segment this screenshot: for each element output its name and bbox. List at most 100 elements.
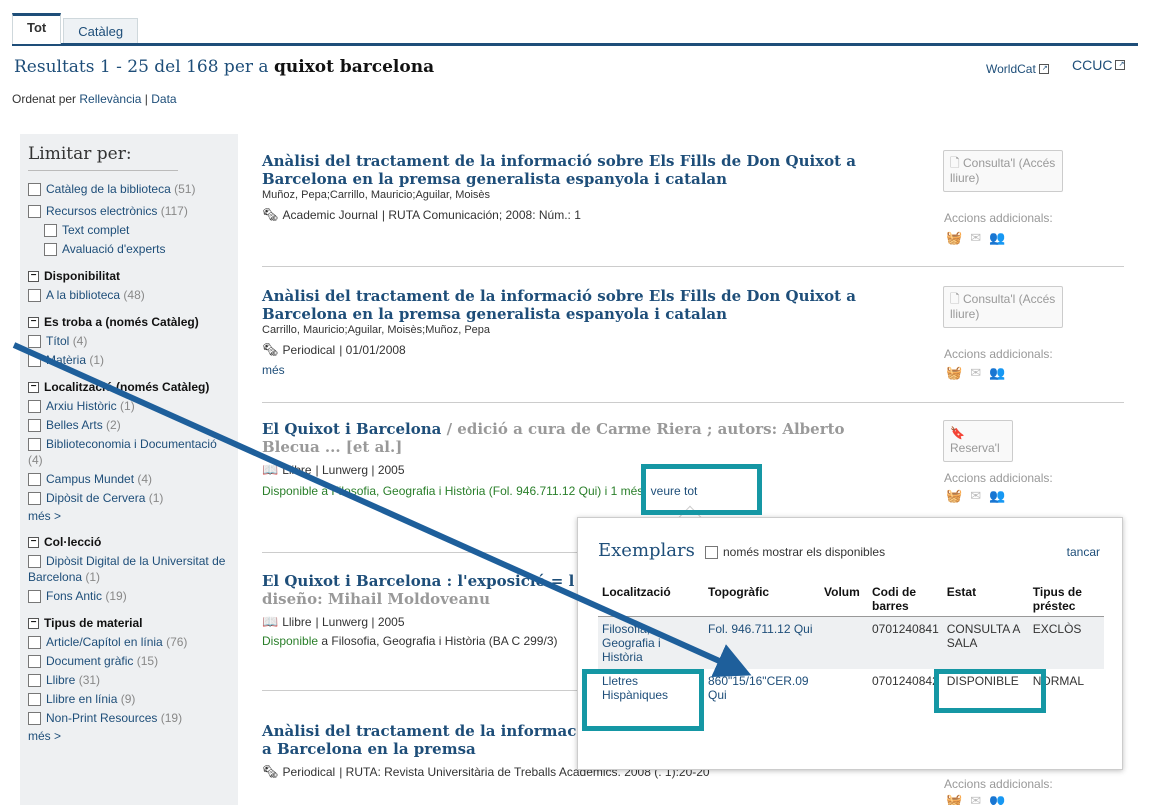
call-number-link[interactable]: Fol. 946.711.12 Qui <box>704 617 820 670</box>
availability-status: Disponible <box>262 634 319 648</box>
sort-date-link[interactable]: Data <box>151 92 176 106</box>
result-title-link[interactable]: Anàlisi del tractament de la informació … <box>262 152 862 188</box>
checkbox[interactable] <box>28 438 41 452</box>
binoculars-icon[interactable]: 👥 <box>989 488 1005 504</box>
facet-option[interactable]: Dipòsit Digital de la Universitat de Bar… <box>28 553 230 585</box>
facet-option[interactable]: Matèria (1) <box>28 352 230 368</box>
facet-option[interactable]: Text complet <box>44 222 230 238</box>
facet-option[interactable]: Article/Capítol en línia (76) <box>28 634 230 650</box>
sort-separator: | <box>141 92 152 106</box>
facet-option[interactable]: Avaluació d'experts <box>44 241 230 257</box>
bookmark-icon: 🔖 <box>950 426 965 440</box>
basket-icon[interactable]: 🧺 <box>946 365 962 381</box>
result-title-link[interactable]: El Quixot i Barcelona <box>262 420 441 438</box>
result-source: | RUTA Comunicación; 2008: Núm.: 1 <box>381 208 581 222</box>
facet-option[interactable]: Llibre en línia (9) <box>28 691 230 707</box>
tab-cataleg[interactable]: Catàleg <box>63 18 139 44</box>
worldcat-link[interactable]: WorldCat ↗ <box>986 62 1049 76</box>
ccuc-link[interactable]: CCUC ↗ <box>1072 57 1126 73</box>
email-icon[interactable]: ✉ <box>970 230 981 246</box>
checkbox[interactable] <box>28 205 41 219</box>
checkbox[interactable] <box>44 224 57 238</box>
facet-option[interactable]: Llibre (31) <box>28 672 230 688</box>
facet-option[interactable]: Fons Antic (19) <box>28 588 230 604</box>
facet-label: Catàleg de la biblioteca <box>46 182 171 196</box>
facet-option[interactable]: Recursos electrònics (117) <box>28 203 230 219</box>
binoculars-icon[interactable]: 👥 <box>989 365 1005 381</box>
basket-icon[interactable]: 🧺 <box>946 488 962 504</box>
facet-count: (4) <box>137 472 153 486</box>
more-locations-link[interactable]: més > <box>28 509 230 523</box>
checkbox[interactable] <box>28 712 41 726</box>
access-button[interactable]: 🗋 Consulta'l (Accés lliure) <box>943 150 1063 192</box>
facet-tipus-material[interactable]: − Tipus de material <box>28 616 230 630</box>
facet-option[interactable]: Dipòsit de Cervera (1) <box>28 490 230 506</box>
facet-option[interactable]: A la biblioteca (48) <box>28 287 230 303</box>
result-type: Periodical <box>282 343 336 357</box>
basket-icon[interactable]: 🧺 <box>946 793 962 805</box>
facet-count: (31) <box>78 673 101 687</box>
tab-tot[interactable]: Tot <box>12 13 62 44</box>
checkbox[interactable] <box>705 545 718 559</box>
email-icon[interactable]: ✉ <box>970 793 981 805</box>
collapse-icon[interactable]: − <box>28 381 39 393</box>
binoculars-icon[interactable]: 👥 <box>989 230 1005 246</box>
checkbox[interactable] <box>28 354 41 368</box>
facet-option[interactable]: Campus Mundet (4) <box>28 471 230 487</box>
checkbox[interactable] <box>28 590 41 604</box>
location-link[interactable]: Filosofia, Geografia i Història <box>598 617 704 670</box>
checkbox[interactable] <box>28 693 41 707</box>
checkbox[interactable] <box>28 400 41 414</box>
checkbox[interactable] <box>28 473 41 487</box>
facet-localitzacio[interactable]: − Localització (només Catàleg) <box>28 380 230 394</box>
collapse-icon[interactable]: − <box>28 270 39 282</box>
close-popup-link[interactable]: tancar <box>1067 545 1100 559</box>
facet-option[interactable]: Document gràfic (15) <box>28 653 230 669</box>
checkbox[interactable] <box>44 243 57 257</box>
collapse-icon[interactable]: − <box>28 617 39 629</box>
call-number-link[interactable]: 860"15/16"CER.09 Qui <box>704 669 820 707</box>
reserve-button[interactable]: 🔖 Reserva'l <box>943 420 1013 462</box>
facet-option[interactable]: Belles Arts (2) <box>28 417 230 433</box>
facet-option[interactable]: Biblioteconomia i Documentació (4) <box>28 436 230 468</box>
facet-es-troba[interactable]: − Es troba a (només Catàleg) <box>28 315 230 329</box>
access-button[interactable]: 🗋 Consulta'l (Accés lliure) <box>943 286 1063 328</box>
result-title-link[interactable]: Anàlisi del tractament de la informació … <box>262 287 862 323</box>
availability-text: Disponible a Filosofia, Geografia i Hist… <box>262 484 644 498</box>
checkbox[interactable] <box>28 655 41 669</box>
checkbox[interactable] <box>28 419 41 433</box>
additional-actions-label: Accions addicionals: <box>944 347 1053 361</box>
more-material-link[interactable]: més > <box>28 729 230 743</box>
checkbox[interactable] <box>28 674 41 688</box>
facet-disponibilitat[interactable]: − Disponibilitat <box>28 269 230 283</box>
volume-cell <box>820 617 868 670</box>
facet-option[interactable]: Catàleg de la biblioteca (51) <box>28 181 230 197</box>
basket-icon[interactable]: 🧺 <box>946 230 962 246</box>
result-separator <box>262 266 1124 267</box>
results-count: Resultats 1 - 25 del 168 per a <box>14 57 269 77</box>
facet-colleccio[interactable]: − Col·lecció <box>28 535 230 549</box>
checkbox[interactable] <box>28 555 41 569</box>
search-tabs: Tot Catàleg <box>12 13 140 44</box>
facet-option[interactable]: Non-Print Resources (19) <box>28 710 230 726</box>
checkbox[interactable] <box>28 636 41 650</box>
facet-option[interactable]: Títol (4) <box>28 333 230 349</box>
journal-icon: 🗞 <box>262 207 279 222</box>
sort-relevance-link[interactable]: Rellevància <box>79 92 141 106</box>
result-separator <box>262 402 1124 403</box>
checkbox[interactable] <box>28 492 41 506</box>
facet-label: Dipòsit de Cervera <box>46 491 146 505</box>
email-icon[interactable]: ✉ <box>970 488 981 504</box>
checkbox[interactable] <box>28 335 41 349</box>
facet-option[interactable]: Arxiu Històric (1) <box>28 398 230 414</box>
collapse-icon[interactable]: − <box>28 536 39 548</box>
column-header: Volum <box>820 582 868 617</box>
collapse-icon[interactable]: − <box>28 316 39 328</box>
only-available-toggle[interactable]: només mostrar els disponibles <box>705 545 885 559</box>
binoculars-icon[interactable]: 👥 <box>989 793 1005 805</box>
checkbox[interactable] <box>28 289 41 303</box>
checkbox[interactable] <box>28 183 41 197</box>
email-icon[interactable]: ✉ <box>970 365 981 381</box>
result-source: | 01/01/2008 <box>339 343 406 357</box>
result-type: Llibre <box>282 615 312 629</box>
